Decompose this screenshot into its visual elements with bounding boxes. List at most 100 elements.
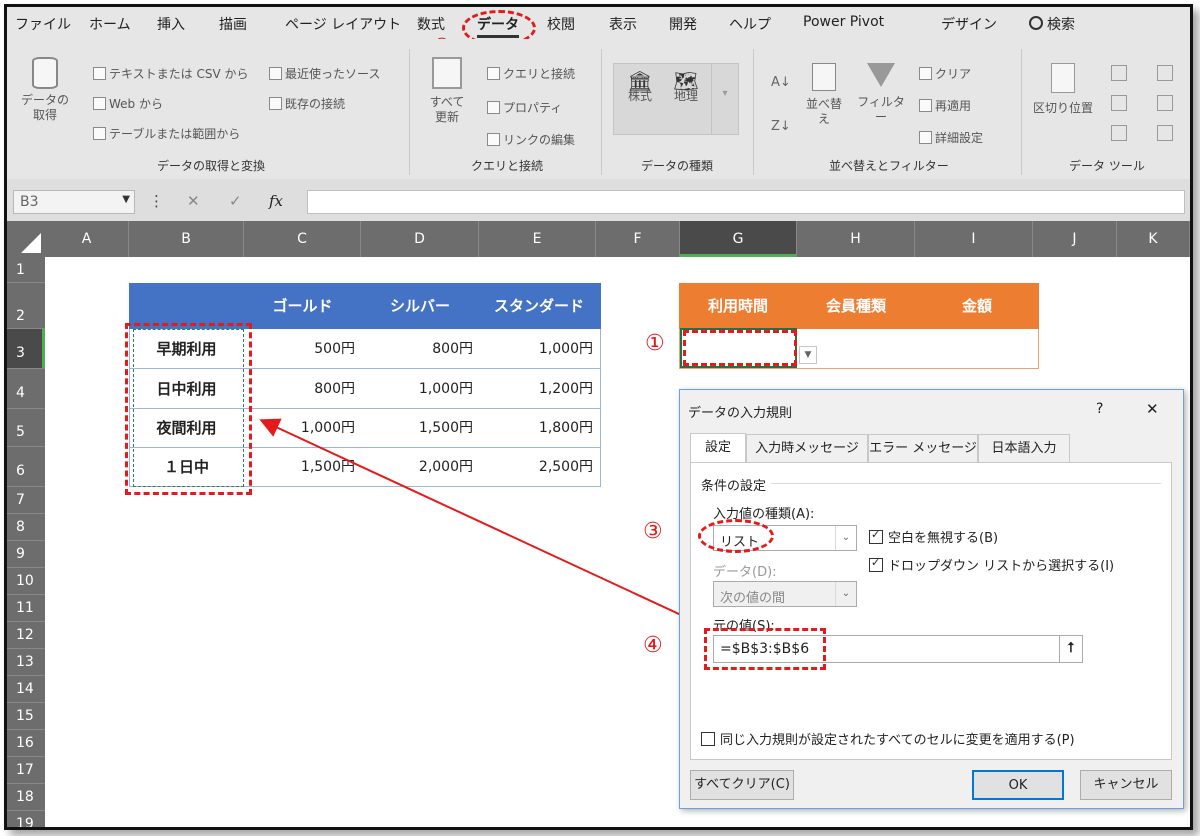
menu-developer[interactable]: 開発 [669, 14, 697, 34]
edit-links-button[interactable]: リンクの編集 [487, 131, 575, 148]
tab-error-alert[interactable]: エラー メッセージ [868, 434, 978, 462]
relationships-icon[interactable] [1157, 95, 1173, 111]
row-header-5[interactable]: 5 [7, 409, 45, 447]
text-to-columns-button[interactable]: 区切り位置 [1031, 63, 1095, 116]
menu-design[interactable]: デザイン [941, 14, 997, 34]
enter-icon[interactable]: ✓ [229, 192, 242, 210]
menu-formulas[interactable]: 数式 [417, 14, 445, 34]
row-header-11[interactable]: 11 [7, 595, 45, 622]
apply-all-checkbox[interactable]: 同じ入力規則が設定されたすべてのセルに変更を適用する(P) [701, 729, 1075, 748]
sort-button[interactable]: 並べ替え [801, 63, 847, 127]
column-header-b[interactable]: B [129, 221, 244, 257]
row-header-9[interactable]: 9 [7, 541, 45, 568]
row-header-16[interactable]: 16 [7, 730, 45, 757]
remove-duplicates-icon[interactable] [1111, 95, 1127, 111]
table-cell[interactable]: 1,000円 [244, 409, 361, 447]
menu-review[interactable]: 校閲 [547, 14, 575, 34]
column-header-c[interactable]: C [244, 221, 361, 257]
existing-connections-button[interactable]: 既存の接続 [269, 95, 345, 112]
row-header-4[interactable]: 4 [7, 369, 45, 409]
row-header-19[interactable]: 19 [7, 811, 45, 827]
menu-home[interactable]: ホーム [89, 14, 131, 34]
clear-all-button[interactable]: すべてクリア(C) [690, 770, 794, 800]
column-header-a[interactable]: A [45, 221, 129, 257]
properties-button[interactable]: プロパティ [487, 99, 562, 116]
sort-az-icon[interactable]: A↓ [771, 75, 791, 90]
column-header-d[interactable]: D [361, 221, 479, 257]
cancel-button[interactable]: キャンセル [1080, 770, 1172, 800]
from-web-button[interactable]: Web から [93, 95, 163, 112]
search-menu[interactable]: 検索 [1029, 14, 1075, 34]
select-all-corner[interactable] [7, 221, 45, 257]
data-model-icon[interactable] [1157, 125, 1173, 141]
table-cell[interactable]: 1,500円 [361, 409, 479, 447]
row-header-3[interactable]: 3 [7, 329, 45, 369]
clear-filter-button[interactable]: クリア [919, 65, 971, 82]
data-types-gallery[interactable]: 🏛 株式 🗺 地理 ▾ [613, 63, 739, 135]
cancel-icon[interactable]: ✕ [187, 192, 200, 210]
table-cell[interactable]: 800円 [244, 369, 361, 409]
advanced-filter-button[interactable]: 詳細設定 [919, 129, 983, 146]
menu-help[interactable]: ヘルプ [729, 14, 771, 34]
row-header-2[interactable]: 2 [7, 283, 45, 329]
get-data-button[interactable]: データの 取得 [17, 57, 73, 123]
gallery-dropdown-icon[interactable]: ▾ [711, 64, 738, 134]
from-table-button[interactable]: テーブルまたは範囲から [93, 125, 240, 142]
in-cell-dropdown-checkbox[interactable]: ✓ ドロップダウン リストから選択する(I) [869, 555, 1114, 574]
refresh-all-button[interactable]: すべて 更新 [419, 57, 475, 125]
collapse-dialog-icon[interactable]: ⭡ [1059, 635, 1083, 663]
table-cell[interactable]: 1,000円 [361, 369, 479, 409]
tab-ime[interactable]: 日本語入力 [978, 434, 1070, 462]
queries-connections-button[interactable]: クエリと接続 [487, 65, 575, 82]
close-icon[interactable]: ✕ [1146, 400, 1159, 418]
flash-fill-icon[interactable] [1111, 65, 1127, 81]
row-header-17[interactable]: 17 [7, 757, 45, 784]
table-cell[interactable]: 2,500円 [479, 448, 599, 487]
reapply-button[interactable]: 再適用 [919, 97, 971, 114]
column-header-f[interactable]: F [596, 221, 680, 257]
menu-page-layout[interactable]: ページ レイアウト [285, 14, 401, 34]
cell-dropdown-icon[interactable]: ▼ [799, 346, 817, 364]
ignore-blank-checkbox[interactable]: ✓ 空白を無視する(B) [869, 527, 998, 546]
menu-draw[interactable]: 描画 [219, 14, 247, 34]
tab-input-message[interactable]: 入力時メッセージ [746, 434, 868, 462]
table-cell[interactable]: 1,200円 [479, 369, 599, 409]
menu-view[interactable]: 表示 [609, 14, 637, 34]
formula-input[interactable] [307, 190, 1185, 214]
table-cell[interactable]: 500円 [244, 329, 361, 369]
row-header-8[interactable]: 8 [7, 514, 45, 541]
name-box[interactable]: B3 ▼ [13, 190, 135, 214]
table-cell[interactable]: 1,000円 [479, 329, 599, 369]
row-header-7[interactable]: 7 [7, 487, 45, 514]
consolidate-icon[interactable] [1157, 65, 1173, 81]
column-header-g[interactable]: G [680, 221, 797, 257]
column-header-k[interactable]: K [1117, 221, 1190, 257]
column-header-j[interactable]: J [1033, 221, 1117, 257]
menu-power-pivot[interactable]: Power Pivot [803, 14, 884, 30]
column-header-h[interactable]: H [797, 221, 915, 257]
row-header-15[interactable]: 15 [7, 703, 45, 730]
help-icon[interactable]: ? [1096, 401, 1103, 417]
menu-insert[interactable]: 挿入 [157, 14, 185, 34]
row-header-13[interactable]: 13 [7, 649, 45, 676]
row-header-18[interactable]: 18 [7, 784, 45, 811]
name-box-dropdown-icon[interactable]: ▼ [122, 194, 130, 205]
recent-sources-button[interactable]: 最近使ったソース [269, 65, 380, 82]
data-validation-icon[interactable] [1111, 125, 1127, 141]
tab-settings[interactable]: 設定 [690, 433, 746, 463]
row-header-6[interactable]: 6 [7, 447, 45, 487]
table-cell[interactable]: 1,500円 [244, 448, 361, 487]
table-cell[interactable]: 1,800円 [479, 409, 599, 447]
menu-file[interactable]: ファイル [15, 14, 71, 34]
column-header-e[interactable]: E [479, 221, 596, 257]
table-cell[interactable]: 800円 [361, 329, 479, 369]
ok-button[interactable]: OK [972, 770, 1064, 800]
from-text-csv-button[interactable]: テキストまたは CSV から [93, 65, 248, 82]
more-options-icon[interactable]: ⋮ [149, 192, 164, 210]
table-cell[interactable]: 2,000円 [361, 448, 479, 487]
insert-function-icon[interactable]: fx [269, 192, 283, 210]
row-header-10[interactable]: 10 [7, 568, 45, 595]
filter-button[interactable]: フィルター [853, 63, 909, 125]
column-header-i[interactable]: I [915, 221, 1033, 257]
row-header-1[interactable]: 1 [7, 257, 45, 283]
